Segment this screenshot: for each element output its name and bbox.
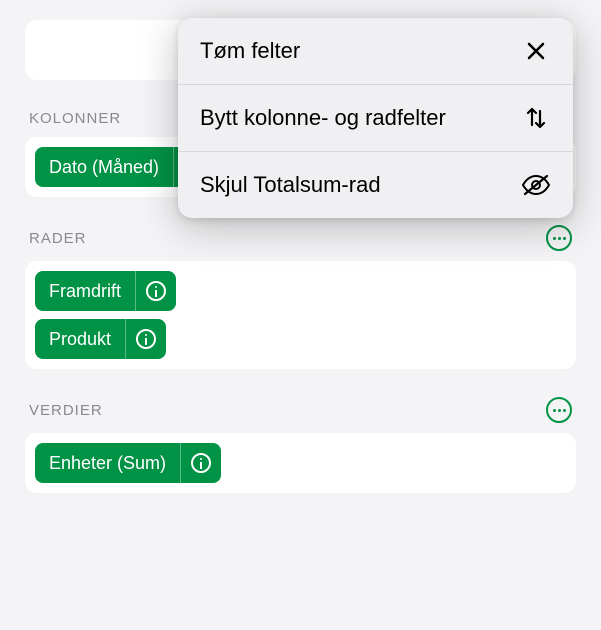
more-icon[interactable] bbox=[546, 397, 572, 423]
more-icon[interactable] bbox=[546, 225, 572, 251]
menu-item-label: Bytt kolonne- og radfelter bbox=[200, 105, 509, 131]
section-rows-label: RADER bbox=[29, 230, 87, 247]
info-icon bbox=[146, 281, 166, 301]
pill-info-button[interactable] bbox=[181, 443, 221, 483]
pill-info-button[interactable] bbox=[126, 319, 166, 359]
popover-menu: Tøm felter Bytt kolonne- og radfelter Sk… bbox=[178, 18, 573, 218]
pill-label: Enheter (Sum) bbox=[35, 443, 180, 483]
section-rows-header: RADER bbox=[25, 225, 576, 251]
section-values-header: VERDIER bbox=[25, 397, 576, 423]
pill-enheter-sum[interactable]: Enheter (Sum) bbox=[35, 443, 221, 483]
section-rows: RADER Framdrift Produkt bbox=[25, 225, 576, 369]
pill-label: Dato (Måned) bbox=[35, 147, 173, 187]
pill-produkt[interactable]: Produkt bbox=[35, 319, 166, 359]
menu-item-swap-fields[interactable]: Bytt kolonne- og radfelter bbox=[178, 85, 573, 152]
menu-item-label: Tøm felter bbox=[200, 38, 509, 64]
values-field-container[interactable]: Enheter (Sum) bbox=[25, 433, 576, 493]
pill-info-button[interactable] bbox=[136, 271, 176, 311]
hide-icon bbox=[521, 170, 551, 200]
section-values: VERDIER Enheter (Sum) bbox=[25, 397, 576, 493]
rows-field-container[interactable]: Framdrift Produkt bbox=[25, 261, 576, 369]
pill-label: Framdrift bbox=[35, 271, 135, 311]
menu-item-label: Skjul Totalsum-rad bbox=[200, 172, 509, 198]
section-values-label: VERDIER bbox=[29, 402, 103, 419]
pill-framdrift[interactable]: Framdrift bbox=[35, 271, 176, 311]
info-icon bbox=[136, 329, 156, 349]
pill-label: Produkt bbox=[35, 319, 125, 359]
menu-item-clear-fields[interactable]: Tøm felter bbox=[178, 18, 573, 85]
menu-item-hide-total-row[interactable]: Skjul Totalsum-rad bbox=[178, 152, 573, 218]
section-columns-label: KOLONNER bbox=[29, 110, 121, 127]
close-icon bbox=[521, 36, 551, 66]
info-icon bbox=[191, 453, 211, 473]
swap-icon bbox=[521, 103, 551, 133]
